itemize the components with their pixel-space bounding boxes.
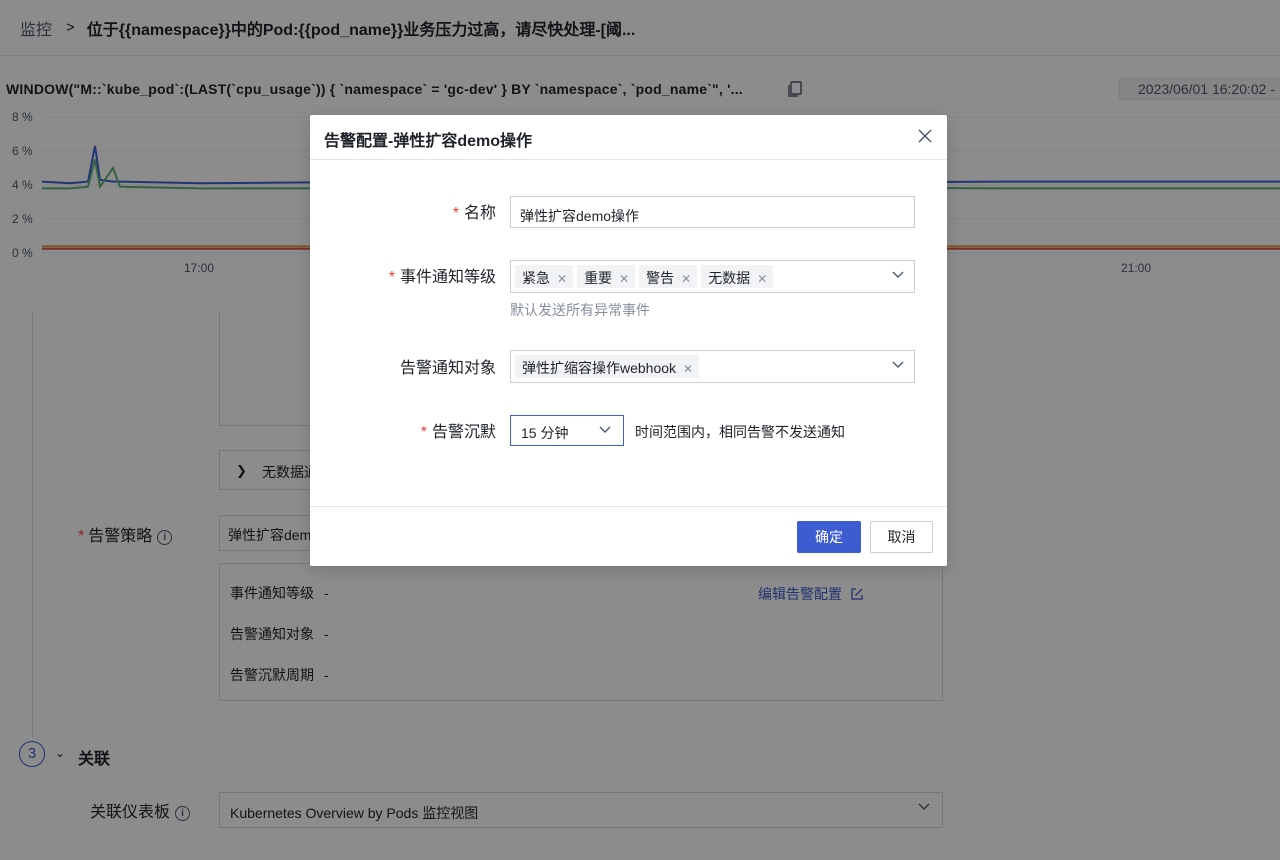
tag-close-icon[interactable]: ✕	[683, 362, 693, 376]
tag-close-icon[interactable]: ✕	[757, 272, 767, 286]
level-hint-text: 默认发送所有异常事件	[510, 302, 650, 318]
tag-close-icon[interactable]: ✕	[557, 272, 567, 286]
required-mark: *	[388, 269, 395, 286]
chevron-down-icon	[599, 426, 611, 433]
target-multi-select[interactable]: 弹性扩缩容操作webhook ✕	[510, 350, 915, 383]
target-label: 告警通知对象	[310, 354, 496, 378]
tag-close-icon[interactable]: ✕	[681, 272, 691, 286]
target-tag: 弹性扩缩容操作webhook ✕	[515, 355, 700, 378]
required-mark: *	[452, 205, 459, 222]
silence-period-value: 15 分钟	[521, 425, 569, 441]
chevron-down-icon	[892, 271, 904, 278]
modal-footer: 确定 取消	[310, 506, 947, 566]
level-multi-select[interactable]: 紧急 ✕ 重要 ✕ 警告 ✕ 无数据 ✕	[510, 260, 915, 293]
level-tag: 重要 ✕	[577, 265, 636, 288]
name-input[interactable]	[510, 196, 915, 228]
cancel-button[interactable]: 取消	[870, 521, 933, 553]
tag-label: 弹性扩缩容操作webhook	[522, 360, 677, 376]
tag-close-icon[interactable]: ✕	[619, 272, 629, 286]
chevron-down-icon	[892, 361, 904, 368]
confirm-button[interactable]: 确定	[797, 521, 861, 553]
required-mark: *	[420, 424, 427, 441]
silence-label: * 告警沉默	[310, 418, 496, 442]
level-label: * 事件通知等级	[310, 263, 496, 287]
tag-label: 紧急	[522, 270, 550, 286]
tag-label: 重要	[584, 270, 613, 286]
target-label-text: 告警通知对象	[399, 360, 496, 377]
modal-title: 告警配置-弹性扩容demo操作	[324, 133, 533, 150]
level-label-text: 事件通知等级	[399, 269, 496, 286]
level-tag: 警告 ✕	[639, 265, 698, 288]
level-tag: 紧急 ✕	[515, 265, 574, 288]
tag-label: 警告	[646, 270, 675, 286]
name-label: * 名称	[310, 199, 496, 223]
silence-period-select[interactable]: 15 分钟	[510, 415, 624, 446]
level-tag: 无数据 ✕	[701, 265, 774, 288]
silence-hint-text: 时间范围内，相同告警不发送通知	[635, 424, 845, 440]
silence-label-text: 告警沉默	[431, 424, 496, 441]
alert-config-modal: 告警配置-弹性扩容demo操作 *名称 *事件通知等级 紧急✕重要✕警告✕无数据…	[310, 115, 947, 566]
modal-header: 告警配置-弹性扩容demo操作	[310, 115, 947, 160]
close-icon[interactable]	[917, 128, 933, 144]
name-label-text: 名称	[463, 205, 496, 222]
tag-label: 无数据	[708, 270, 751, 286]
